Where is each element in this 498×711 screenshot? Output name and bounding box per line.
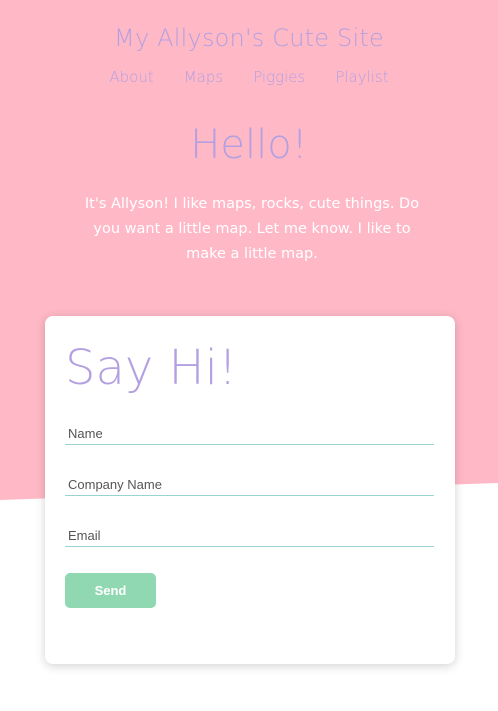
hero-heading: Hello! bbox=[190, 122, 308, 168]
nav-link-playlist[interactable]: Playlist bbox=[335, 68, 388, 86]
nav-link-piggies[interactable]: Piggies bbox=[253, 68, 305, 86]
contact-card: Say Hi! Send bbox=[45, 316, 455, 664]
hero-text: It's Allyson! I like maps, rocks, cute t… bbox=[84, 196, 420, 262]
email-field bbox=[65, 524, 434, 547]
name-field bbox=[65, 422, 434, 445]
email-input[interactable] bbox=[65, 524, 434, 546]
nav-link-about[interactable]: About bbox=[109, 68, 153, 86]
contact-card-title: Say Hi! bbox=[65, 340, 238, 396]
send-button[interactable]: Send bbox=[65, 573, 156, 608]
site-title: My Allyson's Cute Site bbox=[114, 24, 384, 52]
company-name-field bbox=[65, 473, 434, 496]
company-name-input[interactable] bbox=[65, 473, 434, 495]
main-nav: About Maps Piggies Playlist bbox=[0, 68, 498, 86]
name-input[interactable] bbox=[65, 422, 434, 444]
nav-link-maps[interactable]: Maps bbox=[184, 68, 223, 86]
